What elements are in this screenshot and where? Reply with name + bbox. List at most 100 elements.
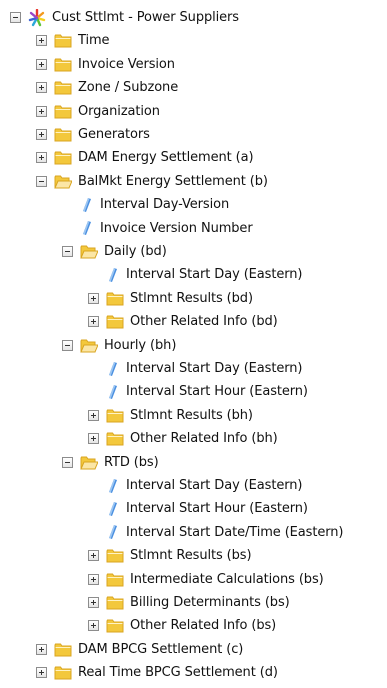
tree-node-rtd-bs[interactable]: RTD (bs) xyxy=(62,451,159,474)
expand-toggle[interactable] xyxy=(88,620,99,632)
folder-icon xyxy=(54,80,78,95)
tree-node-label: Other Related Info (bd) xyxy=(130,314,278,330)
tree-node-interval-start-date-time-eastern[interactable]: Interval Start Date/Time (Eastern) xyxy=(108,521,343,544)
tree-node-organization[interactable]: Organization xyxy=(36,100,160,123)
tree-node-real-time-bpcg-settlement-d[interactable]: Real Time BPCG Settlement (d) xyxy=(36,661,278,684)
tree-node-billing-determinants-bs[interactable]: Billing Determinants (bs) xyxy=(88,591,290,614)
expand-toggle[interactable] xyxy=(36,152,47,164)
expand-toggle[interactable] xyxy=(88,597,99,608)
folder-icon xyxy=(54,57,78,72)
folder-icon xyxy=(106,291,130,306)
tree-node-hourly-bh[interactable]: Hourly (bh) xyxy=(62,334,176,357)
expand-toggle[interactable] xyxy=(36,82,47,94)
tree-node-label: Organization xyxy=(78,103,160,119)
expand-toggle[interactable] xyxy=(88,550,99,562)
tree-node-label: DAM Energy Settlement (a) xyxy=(78,150,254,166)
tree-node-label: BalMkt Energy Settlement (b) xyxy=(78,173,268,189)
tree-node-label: Time xyxy=(78,33,110,49)
tree-node-label: RTD (bs) xyxy=(104,454,159,470)
folder-icon xyxy=(106,618,130,633)
expand-toggle[interactable] xyxy=(88,292,99,304)
folder-icon xyxy=(54,127,78,142)
tree-node-stlmnt-results-bd[interactable]: Stlmnt Results (bd) xyxy=(88,287,253,310)
folder-icon xyxy=(54,665,78,680)
expand-toggle[interactable] xyxy=(88,316,99,328)
folder-icon xyxy=(54,642,78,657)
tree-node-label: Intermediate Calculations (bs) xyxy=(130,571,324,587)
tree-node-label: Interval Start Day (Eastern) xyxy=(126,267,303,283)
folder-icon xyxy=(106,314,130,329)
expand-toggle[interactable] xyxy=(88,409,99,421)
folder-open-icon xyxy=(80,338,104,353)
dimension-icon xyxy=(108,384,126,400)
tree-node-label: Hourly (bh) xyxy=(104,337,177,353)
expand-toggle[interactable] xyxy=(36,667,47,679)
tree-node-balmkt-energy-settlement-b[interactable]: BalMkt Energy Settlement (b) xyxy=(36,170,268,193)
tree-node-label: Stlmnt Results (bd) xyxy=(130,290,253,306)
tree-node-other-related-info-bd[interactable]: Other Related Info (bd) xyxy=(88,310,278,333)
tree-node-label: Interval Start Day (Eastern) xyxy=(126,361,303,376)
tree-node-label: Interval Start Day (Eastern) xyxy=(126,478,303,493)
tree-node-label: Billing Determinants (bs) xyxy=(130,595,290,610)
tree-node-other-related-info-bh[interactable]: Other Related Info (bh) xyxy=(88,427,278,450)
tree-node-generators[interactable]: Generators xyxy=(36,123,150,146)
tree-node-interval-start-day-eastern[interactable]: Interval Start Day (Eastern) xyxy=(108,263,302,286)
dimension-icon xyxy=(108,524,126,540)
universe-icon xyxy=(28,8,52,27)
tree-node-stlmnt-results-bh[interactable]: Stlmnt Results (bh) xyxy=(88,404,253,427)
collapse-toggle[interactable] xyxy=(62,339,73,351)
expand-toggle[interactable] xyxy=(36,105,47,117)
expand-toggle[interactable] xyxy=(36,35,47,47)
dimension-icon xyxy=(82,220,100,236)
tree-node-cust-sttlmt-power-suppliers[interactable]: Cust Sttlmt - Power Suppliers xyxy=(10,6,239,29)
dimension-icon xyxy=(108,267,126,283)
tree-node-time[interactable]: Time xyxy=(36,29,110,52)
tree-node-label: Interval Start Date/Time (Eastern) xyxy=(126,524,344,540)
tree-node-label: Other Related Info (bs) xyxy=(130,618,277,634)
tree-node-interval-start-day-eastern[interactable]: Interval Start Day (Eastern) xyxy=(108,357,302,380)
tree-node-label: Interval Day-Version xyxy=(100,197,230,213)
tree-node-label: Stlmnt Results (bs) xyxy=(130,548,252,564)
collapse-toggle[interactable] xyxy=(36,175,47,187)
tree-node-dam-energy-settlement-a[interactable]: DAM Energy Settlement (a) xyxy=(36,146,254,169)
tree-node-label: Real Time BPCG Settlement (d) xyxy=(78,665,278,681)
folder-open-icon xyxy=(80,455,104,470)
tree-node-label: Daily (bd) xyxy=(104,244,167,259)
expand-toggle[interactable] xyxy=(36,643,47,655)
folder-icon xyxy=(106,595,130,610)
tree-node-invoice-version[interactable]: Invoice Version xyxy=(36,53,175,76)
tree-node-daily-bd[interactable]: Daily (bd) xyxy=(62,240,167,263)
tree-node-label: DAM BPCG Settlement (c) xyxy=(78,641,244,657)
folder-icon xyxy=(106,431,130,446)
folder-icon xyxy=(54,150,78,165)
tree-node-dam-bpcg-settlement-c[interactable]: DAM BPCG Settlement (c) xyxy=(36,638,243,661)
folder-icon xyxy=(54,104,78,119)
collapse-toggle[interactable] xyxy=(62,246,73,257)
tree-node-other-related-info-bs[interactable]: Other Related Info (bs) xyxy=(88,614,276,637)
folder-icon xyxy=(106,572,130,587)
tree-node-label: Interval Start Hour (Eastern) xyxy=(126,501,308,517)
expand-toggle[interactable] xyxy=(88,433,99,445)
collapse-toggle[interactable] xyxy=(62,456,73,468)
dimension-icon xyxy=(108,478,126,494)
tree-node-intermediate-calculations-bs[interactable]: Intermediate Calculations (bs) xyxy=(88,568,324,591)
expand-toggle[interactable] xyxy=(36,58,47,70)
tree-node-label: Invoice Version Number xyxy=(100,220,253,236)
expand-toggle[interactable] xyxy=(36,129,47,140)
dimension-icon xyxy=(108,361,126,377)
tree-node-zone-subzone[interactable]: Zone / Subzone xyxy=(36,76,178,99)
tree-node-stlmnt-results-bs[interactable]: Stlmnt Results (bs) xyxy=(88,544,252,567)
tree-node-interval-start-hour-eastern[interactable]: Interval Start Hour (Eastern) xyxy=(108,380,308,403)
tree-view: Cust Sttlmt - Power Suppliers Time Invoice… xyxy=(0,0,387,688)
tree-node-interval-day-version[interactable]: Interval Day-Version xyxy=(82,193,229,216)
tree-node-label: Interval Start Hour (Eastern) xyxy=(126,384,308,400)
tree-node-label: Stlmnt Results (bh) xyxy=(130,407,253,423)
collapse-toggle[interactable] xyxy=(10,12,21,23)
tree-node-interval-start-day-eastern[interactable]: Interval Start Day (Eastern) xyxy=(108,474,302,497)
folder-open-icon xyxy=(54,174,78,189)
tree-node-invoice-version-number[interactable]: Invoice Version Number xyxy=(82,217,253,240)
expand-toggle[interactable] xyxy=(88,573,99,585)
tree-node-label: Invoice Version xyxy=(78,56,175,72)
tree-node-label: Generators xyxy=(78,127,150,142)
tree-node-interval-start-hour-eastern[interactable]: Interval Start Hour (Eastern) xyxy=(108,497,308,520)
